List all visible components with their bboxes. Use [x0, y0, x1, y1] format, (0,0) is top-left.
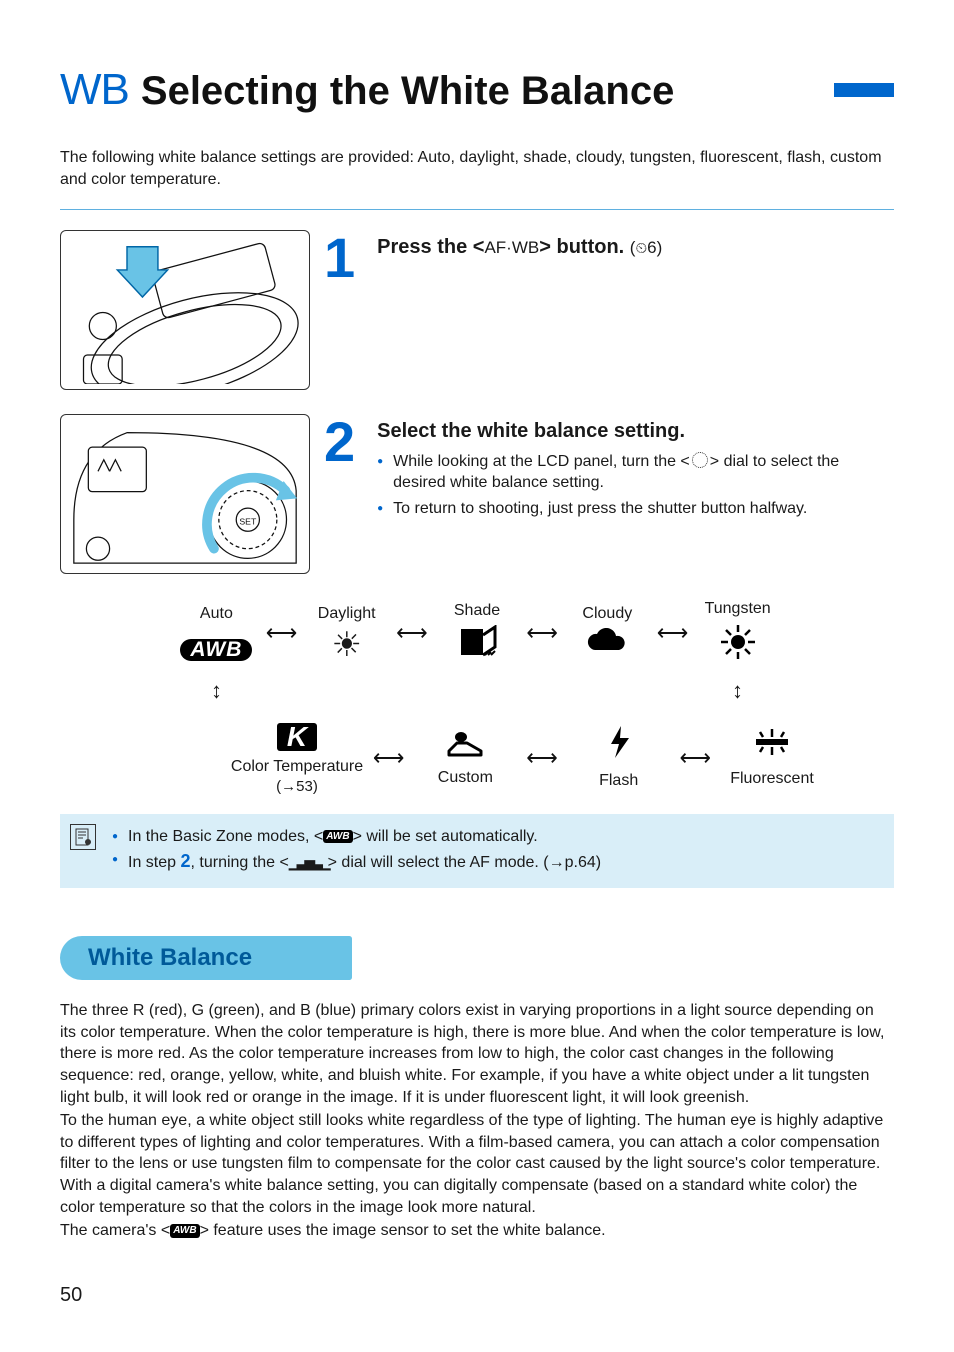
step-ref: 2	[180, 851, 190, 871]
af-wb-button-label: AF·WB	[484, 238, 539, 257]
wb-item-daylight: Daylight ☀	[297, 603, 396, 663]
wb-item-colortemp: Color Temperature(→53) K	[227, 718, 367, 798]
body-para-3: The camera's <AWB> feature uses the imag…	[60, 1220, 894, 1242]
step2-number: 2	[324, 420, 355, 465]
title-accent-bar	[834, 83, 894, 97]
k-icon: K	[227, 718, 367, 752]
step1-heading: Press the <AF·WB> button. (⏲6)	[377, 234, 894, 261]
body-para-1: The three R (red), G (green), and B (blu…	[60, 1000, 894, 1108]
svg-text:SET: SET	[239, 516, 257, 526]
note-2: In step 2, turning the <▁▃▅▃▁> dial will…	[112, 849, 880, 874]
arrow-icon: ↕	[211, 676, 222, 706]
arrow-icon: ⟷	[266, 618, 298, 648]
intro-text: The following white balance settings are…	[60, 147, 894, 190]
step2-bullet-1: While looking at the LCD panel, turn the…	[377, 451, 894, 494]
step2-bullet-2: To return to shooting, just press the sh…	[377, 498, 894, 520]
step2-bullets: While looking at the LCD panel, turn the…	[377, 451, 894, 520]
body-para-2: To the human eye, a white object still l…	[60, 1110, 894, 1218]
note-1: In the Basic Zone modes, <AWB> will be s…	[112, 826, 880, 848]
arrow-icon: ⟷	[680, 743, 712, 773]
page-number: 50	[60, 1282, 894, 1309]
arrow-icon: ↕	[732, 676, 743, 706]
awb-icon: AWB	[323, 830, 352, 844]
flash-icon	[564, 724, 674, 766]
timer-icon: ⏲	[635, 240, 647, 257]
sun-icon: ☀	[297, 628, 396, 662]
section-heading: White Balance	[88, 944, 252, 971]
arrow-icon: ⟷	[526, 743, 558, 773]
step2-heading: Select the white balance setting.	[377, 418, 894, 445]
wb-item-tungsten: Tungsten	[688, 598, 787, 668]
arrow-icon: ⟷	[657, 618, 689, 648]
step1-head-post: > button.	[539, 236, 624, 258]
wb-item-cloudy: Cloudy	[558, 603, 657, 663]
note-icon	[70, 824, 96, 850]
divider	[60, 209, 894, 210]
step1-illustration	[60, 230, 310, 390]
quick-dial-icon	[692, 452, 708, 468]
awb-icon: AWB	[170, 1224, 199, 1238]
title-prefix: WB	[60, 60, 129, 119]
cloud-icon	[558, 628, 657, 662]
wb-item-shade: Shade	[428, 600, 527, 666]
step1-head-pre: Press the <	[377, 236, 484, 258]
step-2: SET 2 Select the white balance setting. …	[60, 414, 894, 574]
step1-timer: (⏲6)	[630, 238, 663, 257]
awb-icon: AWB	[167, 628, 266, 662]
section-pill: White Balance	[60, 936, 352, 980]
step2-illustration: SET	[60, 414, 310, 574]
arrow-icon: ⟷	[373, 743, 405, 773]
bulb-icon	[688, 623, 787, 667]
arrow-icon: ⟷	[526, 618, 558, 648]
press-arrow-icon	[117, 246, 167, 296]
custom-wb-icon	[410, 727, 520, 763]
arrow-icon: ⟷	[396, 618, 428, 648]
wb-item-custom: Custom	[410, 727, 520, 789]
title-main: Selecting the White Balance	[141, 64, 824, 118]
fluorescent-icon	[717, 726, 827, 764]
wb-item-auto: Auto AWB	[167, 603, 266, 663]
wb-cycle-diagram: Auto AWB ⟷ Daylight ☀ ⟷ Shade ⟷ Cloudy ⟷…	[167, 598, 787, 798]
wb-item-fluorescent: Fluorescent	[717, 726, 827, 790]
shade-icon	[428, 625, 527, 665]
step-1: 1 Press the <AF·WB> button. (⏲6)	[60, 230, 894, 390]
turn-dial-arrow-icon	[207, 477, 286, 548]
section-heading-row: White Balance	[60, 936, 894, 980]
page-title-row: WB Selecting the White Balance	[60, 60, 894, 119]
step1-number: 1	[324, 236, 355, 281]
main-dial-icon: ▁▃▅▃▁	[289, 854, 328, 870]
note-box: In the Basic Zone modes, <AWB> will be s…	[60, 814, 894, 888]
wb-item-flash: Flash	[564, 724, 674, 792]
